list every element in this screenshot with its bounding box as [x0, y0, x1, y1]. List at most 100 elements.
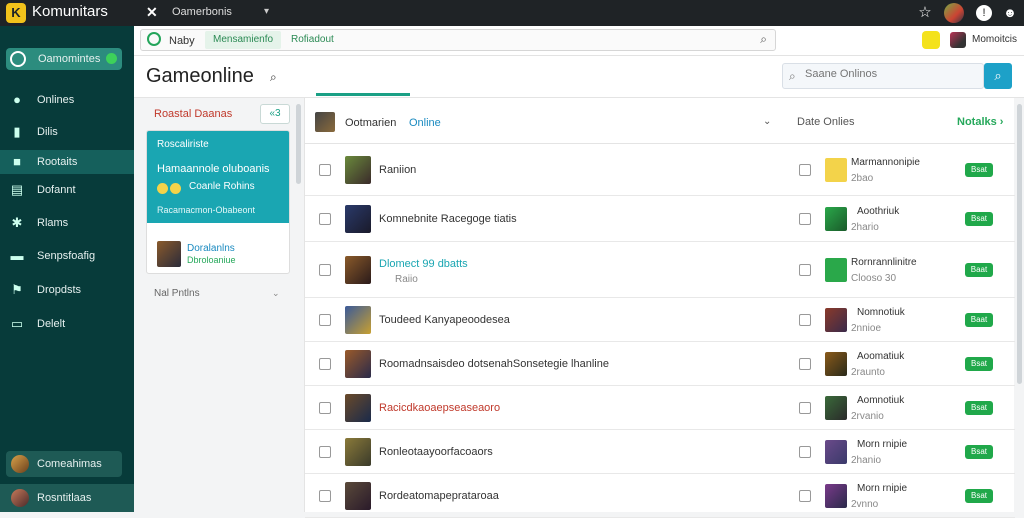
owner-time: Clooso 30 [851, 273, 897, 284]
row-checkbox[interactable] [319, 314, 331, 326]
sidebar-item-delelt[interactable]: ▭ Delelt [0, 312, 134, 336]
user-name[interactable]: Momoitcis [972, 34, 1017, 45]
list-header: Ootmarien Online ⌄ Date Onlies Notalks › [305, 98, 1015, 144]
row-checkbox-2[interactable] [799, 358, 811, 370]
game-name[interactable]: Ronleotaayoorfacoaors [379, 446, 493, 458]
top-menu-label[interactable]: Oamerbonis [172, 6, 232, 18]
row-checkbox[interactable] [319, 164, 331, 176]
tab-mensamienfo[interactable]: Mensamienfo [205, 31, 282, 49]
magnifier-icon[interactable]: ⌕ [760, 32, 767, 47]
avatar [315, 112, 335, 132]
game-name[interactable]: Rordeatomapeprataroaa [379, 490, 499, 502]
app-logo[interactable]: K [6, 3, 26, 23]
global-search[interactable]: Naby Mensamienfo Rofiadout ⌕ [140, 29, 776, 51]
table-row[interactable]: Roomadnsaisdeo dotsenahSonsetegie lhanli… [305, 342, 1015, 386]
game-thumbnail [345, 394, 371, 422]
search-field[interactable]: ⌕ [782, 63, 984, 89]
filter-card-item-sub: Dbroloaniue [187, 255, 236, 265]
game-name[interactable]: Toudeed Kanyapeoodesea [379, 314, 510, 326]
game-thumbnail [345, 156, 371, 184]
row-action-button[interactable]: Baat [965, 313, 993, 327]
sidebar-item-rootaits[interactable]: ■ Rootaits [0, 150, 134, 174]
sidebar-item-label: Onlines [37, 94, 75, 106]
row-action-button[interactable]: Bsat [965, 357, 993, 371]
row-checkbox-2[interactable] [799, 314, 811, 326]
page-title-bar: Gameonline ⌕ ⌕ ⌕ [134, 56, 1024, 98]
sidebar-item-rlams[interactable]: ✱ Rlams [0, 211, 134, 235]
chevron-down-icon[interactable]: ⌄ [272, 288, 280, 299]
info-icon[interactable]: ! [976, 5, 992, 21]
search-input[interactable] [805, 68, 975, 80]
table-row[interactable]: Dlomect 99 dbatts Raiio Rornrannlinitre Clo… [305, 242, 1015, 298]
row-checkbox[interactable] [319, 213, 331, 225]
header-status[interactable]: Online [409, 117, 441, 129]
sidebar-footer-item[interactable]: Comeahimas [6, 451, 122, 477]
owner-thumbnail [825, 308, 847, 332]
sidebar-item-onlines[interactable]: ● Onlines [0, 88, 134, 112]
filter-select[interactable]: Nal Pntlns [154, 288, 200, 299]
page-title: Gameonline [146, 65, 254, 87]
avatar[interactable] [950, 32, 966, 48]
coin-icon[interactable] [922, 31, 940, 49]
filter-card[interactable]: Roscaliriste Hamaannole oluboanis Coanle… [146, 130, 290, 274]
sidebar-footer-user[interactable]: Rosntitlaas [0, 484, 134, 512]
row-checkbox-2[interactable] [799, 264, 811, 276]
row-checkbox[interactable] [319, 264, 331, 276]
row-action-button[interactable]: Bsat [965, 212, 993, 226]
sidebar-header[interactable]: Oamomintes [6, 48, 122, 70]
chevron-down-icon[interactable]: ⌄ [763, 116, 771, 127]
sidebar-item-label: Dilis [37, 126, 58, 138]
table-row[interactable]: Ronleotaayoorfacoaors Morn rnipie 2hanio Bs… [305, 430, 1015, 474]
row-action-button[interactable]: Bsat [965, 445, 993, 459]
avatar-icon[interactable] [944, 3, 964, 23]
row-checkbox[interactable] [319, 446, 331, 458]
game-name[interactable]: Komnebnite Racegoge tiatis [379, 213, 517, 225]
table-row[interactable]: Toudeed Kanyapeoodesea Nomnotiuk 2nnioe Baa… [305, 298, 1015, 342]
owner-time: 2hanio [851, 455, 882, 466]
row-action-button[interactable]: Baat [965, 263, 993, 277]
game-name[interactable]: Raniion [379, 164, 416, 176]
owner-name: Rornrannlinitre [851, 257, 917, 268]
game-name[interactable]: Dlomect 99 dbatts [379, 258, 468, 270]
row-action-button[interactable]: Bsat [965, 401, 993, 415]
sidebar-footer-label: Comeahimas [37, 458, 102, 470]
list-scrollbar[interactable] [1017, 104, 1022, 384]
star-icon[interactable]: ☆ [915, 3, 935, 23]
header-date[interactable]: Date Onlies [797, 116, 854, 128]
row-checkbox[interactable] [319, 358, 331, 370]
sidebar-item-dofannt[interactable]: ▤ Dofannt [0, 178, 134, 202]
game-thumbnail [157, 241, 181, 267]
row-checkbox[interactable] [319, 490, 331, 502]
user-icon[interactable]: ☻ [1000, 3, 1020, 23]
chevron-down-icon[interactable]: ▾ [264, 6, 269, 17]
row-checkbox-2[interactable] [799, 164, 811, 176]
owner-time: 2bao [851, 173, 874, 184]
table-row[interactable]: Rordeatomapeprataroaa Morn rnipie 2vnno Bsa… [305, 474, 1015, 518]
row-checkbox-2[interactable] [799, 446, 811, 458]
sidebar-item-senpsfoafig[interactable]: ▬ Senpsfoafig [0, 244, 134, 268]
row-action-button[interactable]: Bsat [965, 163, 993, 177]
header-action[interactable]: Notalks › [957, 116, 1003, 128]
row-checkbox-2[interactable] [799, 402, 811, 414]
filter-toggle-button[interactable]: «3 [260, 104, 290, 124]
search-button[interactable]: ⌕ [984, 63, 1012, 89]
row-checkbox[interactable] [319, 402, 331, 414]
row-action-button[interactable]: Bsat [965, 489, 993, 503]
game-name[interactable]: Racicdkaoaepseaseaoro [379, 402, 500, 414]
table-row[interactable]: Racicdkaoaepseaseaoro Aomnotiuk 2rvanio Bsa… [305, 386, 1015, 430]
sidebar-item-label: Dofannt [37, 184, 76, 196]
filter-card-item-title[interactable]: Doralanlns [187, 243, 235, 254]
sidebar-item-dropdsts[interactable]: ⚑ Dropdsts [0, 278, 134, 302]
x-icon[interactable]: ✕ [146, 4, 158, 21]
search-icon[interactable]: ⌕ [270, 70, 277, 85]
sidebar-item-dilis[interactable]: ▮ Dilis [0, 120, 134, 144]
row-checkbox-2[interactable] [799, 213, 811, 225]
filter-scrollbar[interactable] [296, 104, 301, 184]
tab-rofiadout[interactable]: Rofiadout [291, 34, 334, 45]
row-checkbox-2[interactable] [799, 490, 811, 502]
table-row[interactable]: Raniion Marmannonipie 2bao Bsat [305, 144, 1015, 196]
app-title: Komunitars [32, 3, 108, 20]
table-row[interactable]: Komnebnite Racegoge tiatis Aoothriuk 2hari… [305, 196, 1015, 242]
owner-thumbnail [825, 207, 847, 231]
game-name[interactable]: Roomadnsaisdeo dotsenahSonsetegie lhanli… [379, 358, 609, 370]
